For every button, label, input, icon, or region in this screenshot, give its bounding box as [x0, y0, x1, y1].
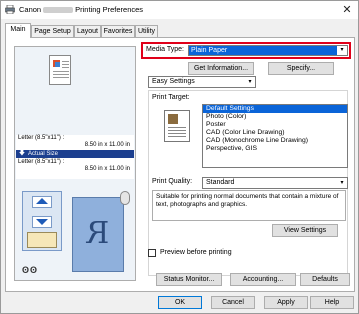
- source-size-dims: 8.50 in x 11.00 in: [84, 142, 130, 148]
- thumbnail-text-line: [168, 130, 186, 131]
- page-preview-icon: [49, 55, 71, 85]
- apply-button[interactable]: Apply: [264, 296, 308, 309]
- actual-size-label: Actual Size: [28, 151, 59, 157]
- list-item[interactable]: Perspective, GIS: [203, 145, 347, 153]
- preview-text-line: [53, 74, 69, 75]
- list-item[interactable]: Photo (Color): [203, 113, 347, 121]
- view-settings-button[interactable]: View Settings: [272, 224, 338, 237]
- easy-settings-value: Easy Settings: [152, 78, 195, 85]
- status-monitor-button[interactable]: Status Monitor...: [156, 273, 222, 286]
- actual-size-bar: 🡇 Actual Size: [16, 150, 134, 158]
- printing-preferences-window: Canon Printing Preferences ✕ Main Page Se…: [0, 0, 359, 314]
- close-icon[interactable]: ✕: [340, 3, 354, 17]
- paper-size-info: Letter (8.5"x11") : 8.50 in x 11.00 in 🡇…: [16, 135, 134, 179]
- arrow-down-icon: [36, 219, 48, 225]
- feed-up-button[interactable]: [32, 196, 52, 208]
- preview-text-line: [62, 64, 69, 65]
- main-tab-panel: Letter (8.5"x11") : 8.50 in x 11.00 in 🡇…: [5, 37, 355, 292]
- preview-before-printing-checkbox[interactable]: [148, 249, 156, 257]
- easy-settings-select[interactable]: Easy Settings ▾: [148, 76, 256, 88]
- arrow-down-icon: 🡇: [18, 151, 26, 157]
- media-type-select[interactable]: Plain Paper ▾: [188, 45, 348, 56]
- roll-holders-icon: ʘʘ: [22, 265, 39, 275]
- thumbnail-text-line: [168, 136, 186, 137]
- chevron-down-icon: ▾: [245, 77, 255, 87]
- media-type-value: Plain Paper: [191, 47, 228, 54]
- list-item[interactable]: Poster: [203, 121, 347, 129]
- tab-utility[interactable]: Utility: [135, 25, 158, 37]
- preview-before-printing-label: Preview before printing: [160, 249, 232, 256]
- source-size-name: Letter (8.5"x11") :: [18, 135, 65, 141]
- preview-text-line: [62, 67, 69, 68]
- tab-page-setup[interactable]: Page Setup: [31, 25, 74, 37]
- thumbnail-text-line: [168, 133, 186, 134]
- paper-source-graphic: [22, 191, 62, 251]
- print-quality-value: Standard: [206, 179, 235, 186]
- title-bar: Canon Printing Preferences ✕: [1, 1, 358, 19]
- list-item[interactable]: CAD (Monochrome Line Drawing): [203, 137, 347, 145]
- tab-layout[interactable]: Layout: [74, 25, 101, 37]
- cancel-button[interactable]: Cancel: [211, 296, 255, 309]
- print-target-thumbnail: [164, 110, 190, 142]
- output-size-dims: 8.50 in x 11.00 in: [84, 166, 130, 172]
- print-target-description: Suitable for printing normal documents t…: [152, 190, 346, 221]
- title-prefix: Canon: [19, 5, 42, 14]
- mirrored-page-preview: R: [72, 197, 124, 272]
- window-title: Canon Printing Preferences: [19, 5, 143, 14]
- printer-icon: [5, 5, 15, 14]
- printer-graphic-icon: [27, 232, 57, 248]
- media-type-label-text: Media Type:: [146, 46, 185, 53]
- paper-feed-preview: R ʘʘ: [16, 187, 134, 279]
- media-type-label: Media Type:: [146, 46, 184, 53]
- thumbnail-image: [168, 114, 178, 124]
- output-size-name: Letter (8.5"x11") :: [18, 159, 65, 165]
- mirrored-r-glyph: R: [86, 216, 110, 251]
- roll-paper-icon: [120, 191, 130, 205]
- tab-main[interactable]: Main: [5, 23, 31, 38]
- preview-text-line: [53, 71, 69, 72]
- preview-image-blue: [55, 62, 60, 67]
- feed-down-button[interactable]: [32, 216, 52, 228]
- get-information-button[interactable]: Get Information...: [188, 62, 254, 75]
- print-target-label: Print Target:: [152, 94, 190, 101]
- print-preview-area: Letter (8.5"x11") : 8.50 in x 11.00 in 🡇…: [14, 46, 136, 281]
- specify-button[interactable]: Specify...: [268, 62, 334, 75]
- print-quality-label: Print Quality:: [152, 178, 193, 185]
- print-target-list[interactable]: Default Settings Photo (Color) Poster CA…: [202, 104, 348, 168]
- thumbnail-text-line: [168, 127, 186, 128]
- accounting-button[interactable]: Accounting...: [230, 273, 296, 286]
- chevron-down-icon: ▾: [337, 178, 347, 188]
- chevron-down-icon: ▾: [337, 46, 347, 55]
- preview-text-line: [53, 77, 69, 78]
- list-item[interactable]: Default Settings: [203, 105, 347, 113]
- media-type-highlight: Media Type: Plain Paper ▾: [141, 42, 351, 59]
- tab-favorites[interactable]: Favorites: [101, 25, 135, 37]
- ok-button[interactable]: OK: [158, 296, 202, 309]
- title-suffix: Printing Preferences: [75, 5, 144, 14]
- preview-text-line: [62, 61, 69, 62]
- arrow-up-icon: [36, 198, 48, 204]
- blurred-model-name: [43, 7, 74, 14]
- help-button[interactable]: Help: [310, 296, 354, 309]
- print-quality-select[interactable]: Standard ▾: [202, 177, 348, 189]
- defaults-button[interactable]: Defaults: [300, 273, 350, 286]
- list-item[interactable]: CAD (Color Line Drawing): [203, 129, 347, 137]
